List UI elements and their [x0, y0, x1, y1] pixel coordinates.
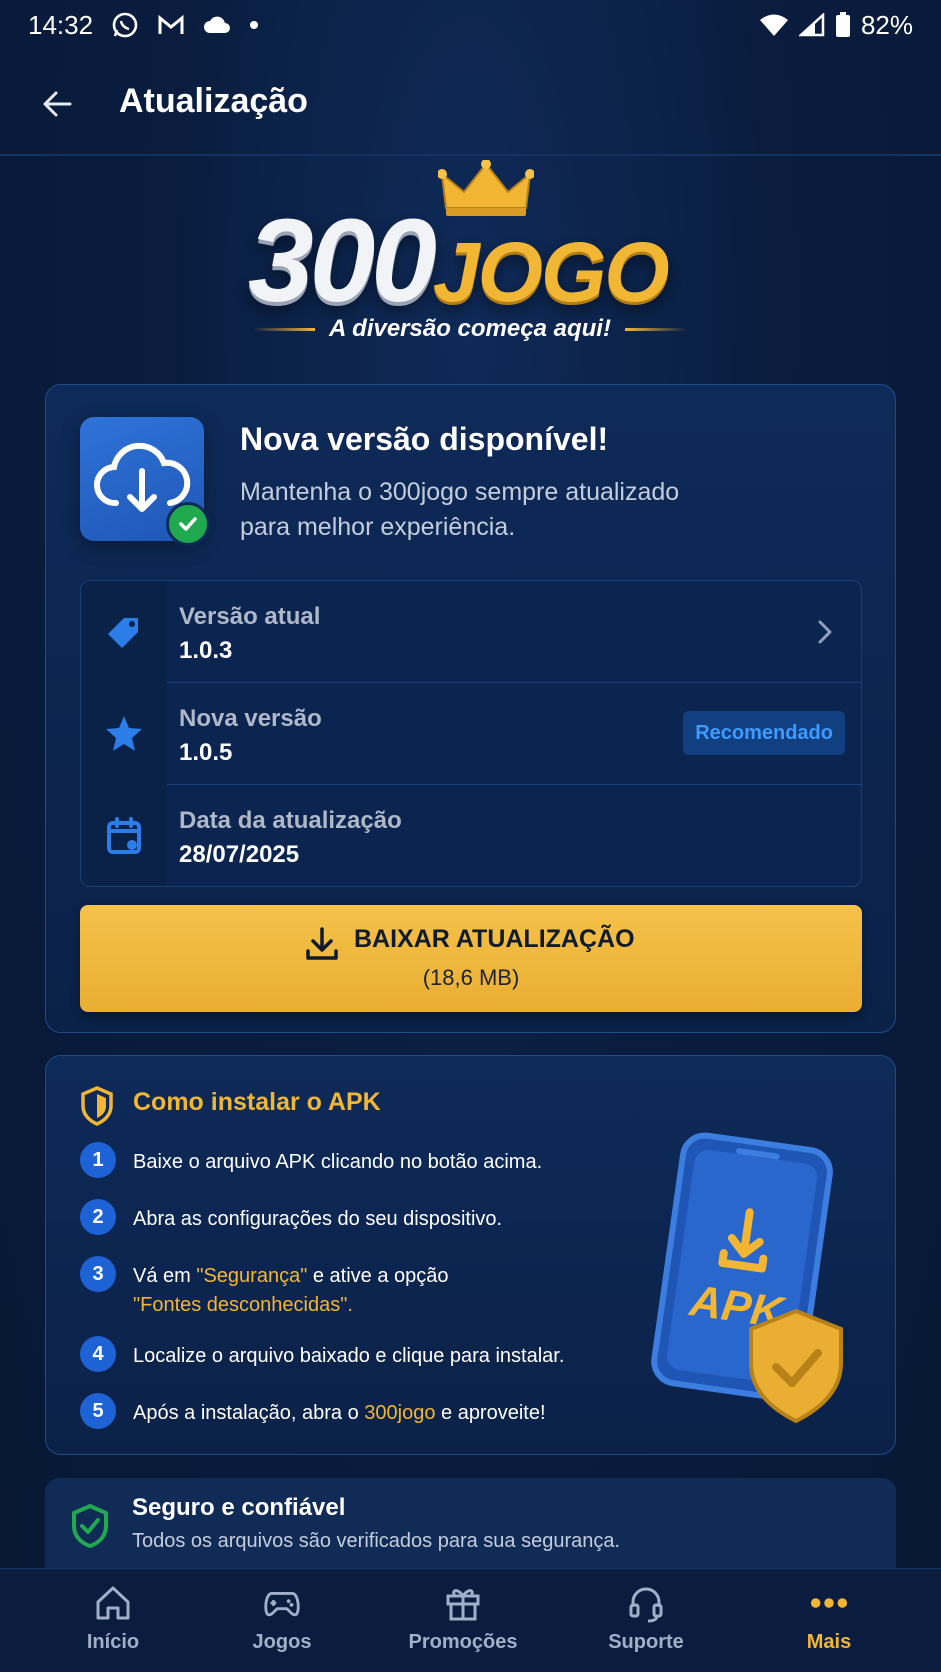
calendar-icon [81, 785, 167, 886]
chevron-right-icon[interactable] [815, 617, 835, 647]
arrow-left-icon [43, 91, 72, 117]
download-label: BAIXAR ATUALIZAÇÃO [354, 925, 635, 953]
tagline-divider-right [624, 327, 687, 331]
step-text-part: e ative a opção [307, 1265, 449, 1287]
status-bar: 14:32 82% [0, 0, 941, 50]
row-new-version: Nova versão 1.0.5 Recomendado [81, 683, 861, 785]
row-label: Data da atualização [179, 807, 402, 834]
step-text: Localize o arquivo baixado e clique para… [133, 1345, 565, 1367]
dot-icon [249, 20, 259, 30]
headset-icon [626, 1583, 666, 1623]
security-title: Seguro e confiável [132, 1494, 346, 1521]
logo-tagline: A diversão começa aqui! [230, 315, 710, 343]
tagline-text: A diversão começa aqui! [329, 315, 611, 342]
tagline-divider-left [253, 327, 316, 331]
row-update-date: Data da atualização 28/07/2025 [81, 785, 861, 886]
step-text-part: e aproveite! [435, 1402, 546, 1424]
update-card: Nova versão disponível! Mantenha o 300jo… [45, 384, 896, 1033]
star-icon [81, 683, 167, 785]
app-header: Atualização [0, 50, 941, 156]
nav-item-jogos[interactable]: Jogos [202, 1569, 362, 1672]
tag-icon [81, 581, 167, 683]
apk-phone-illustration: APK [651, 1132, 843, 1424]
step-text-part: Vá em [133, 1265, 197, 1287]
row-value: 28/07/2025 [179, 841, 300, 868]
status-right: 82% [759, 10, 913, 41]
cloud-download-icon [80, 417, 210, 546]
status-time: 14:32 [28, 9, 94, 40]
row-value: 1.0.5 [179, 739, 233, 766]
step-number: 3 [80, 1256, 116, 1292]
step-highlight: "Fontes desconhecidas". [133, 1294, 353, 1316]
bottom-navigation: Início Jogos Promoções Suporte Mais [0, 1568, 941, 1672]
row-label: Nova versão [179, 705, 322, 732]
step-number: 2 [80, 1199, 116, 1235]
nav-label: Início [86, 1631, 140, 1653]
step-text: Após a instalação, abra o 300jogo e apro… [133, 1399, 613, 1428]
status-left: 14:32 [28, 10, 259, 41]
step-text: Abra as configurações do seu dispositivo… [133, 1208, 503, 1230]
recommended-badge: Recomendado [683, 711, 845, 755]
step-highlight: "Segurança" [196, 1265, 308, 1287]
step-text: Baixe o arquivo APK clicando no botão ac… [133, 1151, 543, 1173]
nav-label: Promoções [408, 1631, 518, 1653]
logo-word: JOGO [432, 225, 670, 319]
nav-label: Suporte [608, 1631, 684, 1653]
update-title: Nova versão disponível! [240, 421, 609, 457]
nav-label: Jogos [252, 1631, 312, 1653]
brand-logo: 300JOGO A diversão começa aqui! [230, 160, 710, 350]
install-title: Como instalar o APK [133, 1088, 381, 1116]
row-current-version[interactable]: Versão atual 1.0.3 [81, 581, 861, 683]
download-update-button[interactable]: BAIXAR ATUALIZAÇÃO (18,6 MB) [80, 905, 862, 1012]
cloud-icon [203, 15, 231, 35]
logo-number: 300 [248, 195, 437, 327]
download-size: (18,6 MB) [422, 965, 520, 990]
security-description: Todos os arquivos são verificados para s… [132, 1530, 621, 1552]
update-description: Mantenha o 300jogo sempre atualizado par… [240, 478, 680, 541]
nav-item-mais[interactable]: Mais [749, 1569, 909, 1672]
battery-icon [835, 12, 851, 38]
shield-icon [81, 1086, 113, 1126]
nav-item-promocoes[interactable]: Promoções [383, 1569, 543, 1672]
step-highlight: 300jogo [364, 1402, 436, 1424]
battery-percent: 82% [860, 9, 913, 40]
version-info-table: Versão atual 1.0.3 Nova versão 1.0.5 Rec… [80, 580, 862, 887]
gmail-icon [157, 13, 185, 37]
step-number: 4 [80, 1336, 116, 1372]
nav-item-suporte[interactable]: Suporte [566, 1569, 726, 1672]
gamepad-icon [262, 1583, 302, 1623]
nav-label: Mais [806, 1631, 852, 1653]
nav-item-inicio[interactable]: Início [33, 1569, 193, 1672]
step-text-part: Após a instalação, abra o [133, 1402, 365, 1424]
row-label: Versão atual [179, 603, 321, 630]
logo-wordmark: 300JOGO [248, 202, 670, 320]
wifi-icon [759, 13, 789, 37]
step-number: 1 [80, 1142, 116, 1178]
row-value: 1.0.3 [179, 637, 233, 664]
update-screen: 14:32 82% Atualização 300JOGO A diversão… [0, 0, 941, 1672]
install-instructions-card: Como instalar o APK 1 Baixe o arquivo AP… [45, 1055, 896, 1455]
shield-check-icon [72, 1504, 108, 1548]
download-icon [306, 927, 338, 960]
step-number: 5 [80, 1393, 116, 1429]
page-title: Atualização [119, 82, 308, 120]
home-icon [93, 1583, 133, 1623]
step-text: Vá em "Segurança" e ative a opção "Fontes… [133, 1262, 613, 1320]
check-badge-icon [166, 502, 210, 546]
more-icon [809, 1583, 849, 1623]
back-button[interactable] [38, 84, 78, 124]
gift-icon [443, 1583, 483, 1623]
signal-icon [798, 13, 825, 37]
whatsapp-icon [111, 11, 139, 39]
